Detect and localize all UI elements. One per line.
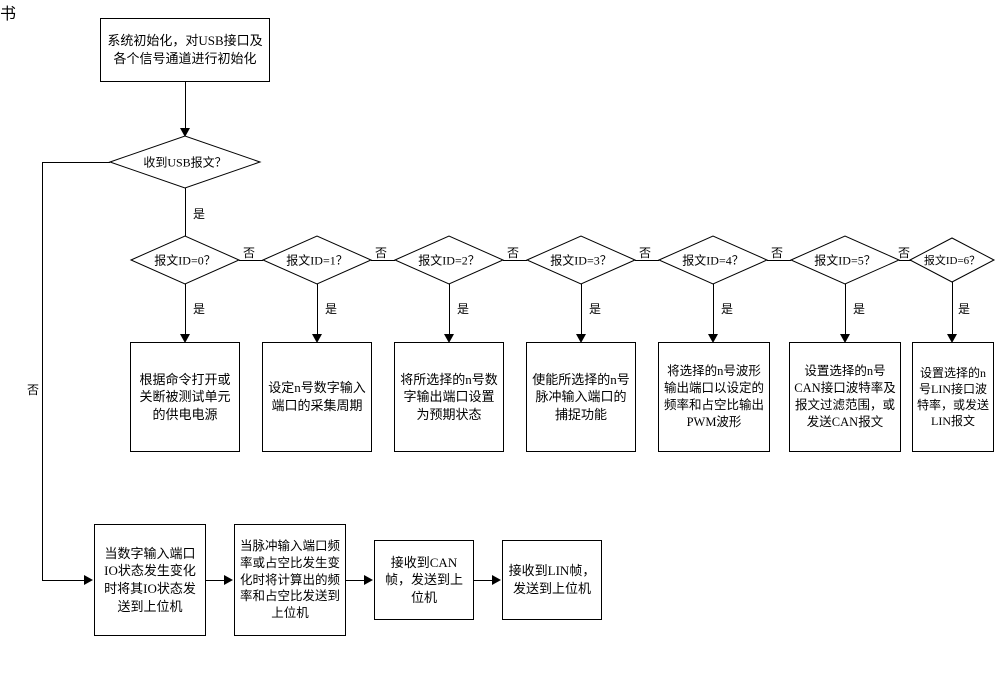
node-a0: 根据命令打开或关断被测试单元的供电电源	[130, 342, 240, 452]
node-text: 收到USB报文？	[143, 154, 226, 171]
node-text: 设置选择的n号CAN接口波特率及报文过滤范围，或发送CAN报文	[794, 363, 896, 431]
node-m1: 当脉冲输入端口频率或占空比发生变化时将计算出的频率和占空比发送到上位机	[234, 524, 346, 636]
node-d4: 报文ID=4？	[713, 260, 714, 261]
label-yes: 是	[958, 300, 970, 317]
label-yes: 是	[589, 300, 601, 317]
node-d3: 报文ID=3？	[581, 260, 582, 261]
label-yes: 是	[457, 300, 469, 317]
node-text: 当脉冲输入端口频率或占空比发生变化时将计算出的频率和占空比发送到上位机	[239, 538, 341, 622]
label-yes: 是	[193, 205, 205, 222]
node-m0: 当数字输入端口IO状态发生变化时将其IO状态发送到上位机	[94, 524, 206, 636]
node-init: 系统初始化，对USB接口及各个信号通道进行初始化	[100, 18, 270, 82]
node-d0: 报文ID=0？	[185, 260, 186, 261]
node-text: 接收到CAN帧，发送到上位机	[379, 554, 469, 607]
node-d6: 报文ID=6？	[952, 260, 953, 261]
node-m3: 接收到LIN帧，发送到上位机	[502, 540, 602, 620]
label-no: 否	[375, 244, 387, 261]
node-text: 设置选择的n号LIN接口波特率，或发送LIN报文	[917, 365, 989, 430]
node-text: 报文ID=6？	[924, 252, 980, 268]
label-yes: 是	[721, 300, 733, 317]
node-a1: 设定n号数字输入端口的采集周期	[262, 342, 372, 452]
label-no: 否	[898, 244, 910, 261]
label-yes: 是	[325, 300, 337, 317]
node-text: 报文ID=5？	[814, 252, 875, 269]
label-no: 否	[243, 244, 255, 261]
node-a6: 设置选择的n号LIN接口波特率，或发送LIN报文	[912, 342, 994, 452]
node-text: 使能所选择的n号脉冲输入端口的捕捉功能	[531, 371, 631, 424]
node-text: 报文ID=0？	[154, 252, 215, 269]
node-text: 将所选择的n号数字输出端口设置为预期状态	[399, 371, 499, 424]
label-no: 否	[639, 244, 651, 261]
node-text: 报文ID=1？	[286, 252, 347, 269]
node-d5: 报文ID=5？	[845, 260, 846, 261]
node-text: 将选择的n号波形输出端口以设定的频率和占空比输出PWM波形	[663, 363, 765, 431]
node-d2: 报文ID=2？	[449, 260, 450, 261]
label-no: 否	[771, 244, 783, 261]
node-text: 设定n号数字输入端口的采集周期	[267, 379, 367, 414]
node-a4: 将选择的n号波形输出端口以设定的频率和占空比输出PWM波形	[658, 342, 770, 452]
label-yes: 是	[853, 300, 865, 317]
node-text: 接收到LIN帧，发送到上位机	[507, 562, 597, 597]
node-a5: 设置选择的n号CAN接口波特率及报文过滤范围，或发送CAN报文	[789, 342, 901, 452]
node-m2: 接收到CAN帧，发送到上位机	[374, 540, 474, 620]
node-text: 根据命令打开或关断被测试单元的供电电源	[135, 371, 235, 424]
label-no: 否	[27, 381, 39, 398]
node-text: 报文ID=4？	[682, 252, 743, 269]
node-a3: 使能所选择的n号脉冲输入端口的捕捉功能	[526, 342, 636, 452]
node-d-usb: 收到USB报文？	[185, 162, 186, 163]
node-text: 系统初始化，对USB接口及各个信号通道进行初始化	[105, 32, 265, 67]
node-text: 当数字输入端口IO状态发生变化时将其IO状态发送到上位机	[99, 545, 201, 615]
node-a2: 将所选择的n号数字输出端口设置为预期状态	[394, 342, 504, 452]
label-no: 否	[507, 244, 519, 261]
node-text: 报文ID=3？	[550, 252, 611, 269]
node-d1: 报文ID=1？	[317, 260, 318, 261]
label-yes: 是	[193, 300, 205, 317]
node-text: 报文ID=2？	[418, 252, 479, 269]
